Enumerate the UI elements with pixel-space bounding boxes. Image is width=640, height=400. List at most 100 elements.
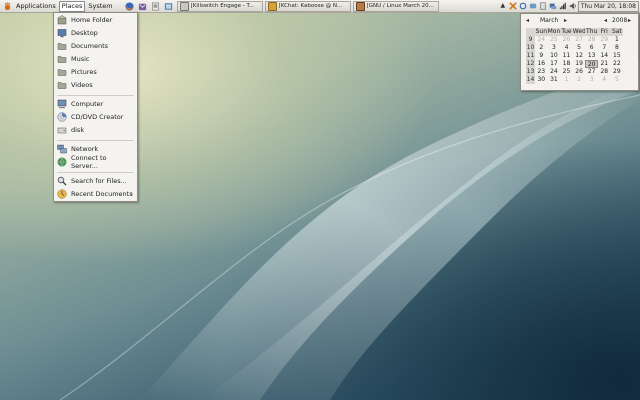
menu-item-label: Documents — [71, 42, 109, 50]
calendar-day[interactable]: 2 — [535, 44, 548, 52]
mail-client-icon[interactable] — [138, 2, 147, 11]
menu-item-computer[interactable]: Computer — [56, 98, 135, 110]
calendar-day[interactable]: 27 — [585, 68, 598, 76]
menu-item-cd-dvd-creator[interactable]: CD/DVD Creator — [56, 111, 135, 123]
calendar-day-selected[interactable]: 20 — [585, 60, 598, 68]
menu-item-label: Music — [71, 55, 90, 63]
menu-item-label: CD/DVD Creator — [71, 113, 124, 121]
calendar-day[interactable]: 31 — [548, 76, 561, 84]
week-number-header — [526, 28, 535, 36]
week-number: 11 — [526, 52, 535, 60]
calendar-week-row: 10 2 3 4 5 6 7 8 — [526, 44, 634, 52]
calendar-day[interactable]: 4 — [598, 76, 611, 84]
calendar-day[interactable]: 1 — [611, 36, 624, 44]
calendar-day[interactable]: 3 — [548, 44, 561, 52]
menu-item-disk[interactable]: disk — [56, 124, 135, 136]
menu-item-label: Home Folder — [71, 16, 113, 24]
menu-separator — [57, 95, 134, 96]
calendar-day[interactable]: 5 — [573, 44, 586, 52]
calendar-day[interactable]: 16 — [535, 60, 548, 68]
music-player-icon — [179, 1, 189, 11]
menu-item-home-folder[interactable]: Home Folder — [56, 14, 135, 26]
calendar-day[interactable]: 4 — [560, 44, 573, 52]
calendar-day[interactable]: 6 — [585, 44, 598, 52]
taskbar-label: [Killswitch Engage - T... — [190, 3, 255, 9]
taskbar-button-killswitch[interactable]: [Killswitch Engage - T... — [176, 0, 263, 12]
next-month-button[interactable]: ▸ — [564, 17, 567, 24]
document-viewer-icon[interactable] — [151, 2, 160, 11]
calendar-day[interactable]: 3 — [585, 76, 598, 84]
taskbar-button-kchat[interactable]: [KChat: Kaboose @ N... — [264, 0, 351, 12]
calendar-day[interactable]: 26 — [560, 36, 573, 44]
calendar-day[interactable]: 10 — [548, 52, 561, 60]
calendar-day[interactable]: 7 — [598, 44, 611, 52]
clipboard-icon[interactable] — [539, 2, 547, 10]
system-tray: ▲ Thu Mar 20, 18:08 — [498, 0, 640, 12]
disk-icon — [57, 127, 67, 134]
next-year-button[interactable]: ▸ — [628, 17, 631, 24]
year-label: 2008 — [612, 17, 628, 24]
menu-item-desktop[interactable]: Desktop — [56, 27, 135, 39]
firefox-icon[interactable] — [125, 1, 134, 11]
menu-item-videos[interactable]: Videos — [56, 79, 135, 91]
update-icon[interactable] — [519, 2, 527, 10]
taskbar-label: [KChat: Kaboose @ N... — [278, 3, 343, 9]
chat-tray-icon[interactable] — [529, 2, 537, 10]
tools-icon[interactable] — [509, 2, 517, 10]
calendar-day[interactable]: 11 — [560, 52, 573, 60]
system-menu[interactable]: System — [86, 1, 114, 11]
calendar-day[interactable]: 17 — [548, 60, 561, 68]
calendar-day[interactable]: 15 — [611, 52, 624, 60]
calendar-day[interactable]: 29 — [598, 36, 611, 44]
calendar-day[interactable]: 18 — [560, 60, 573, 68]
calendar-day[interactable]: 1 — [560, 76, 573, 84]
taskbar-button-gnu-linux[interactable]: [GNU / Linux March 20... — [352, 0, 439, 12]
calendar-day[interactable]: 19 — [573, 60, 586, 68]
calendar-day[interactable]: 5 — [611, 76, 624, 84]
calendar-day[interactable]: 25 — [548, 36, 561, 44]
screenshot-tool-icon[interactable] — [164, 2, 173, 11]
desktop-icon — [57, 29, 67, 38]
places-dropdown-menu: Home Folder Desktop Documents Music Pict… — [53, 12, 138, 202]
volume-icon[interactable] — [569, 2, 577, 10]
calendar-day[interactable]: 24 — [548, 68, 561, 76]
calendar-day[interactable]: 23 — [535, 68, 548, 76]
applications-menu[interactable]: Applications — [14, 1, 58, 11]
menu-item-search-for-files[interactable]: Search for Files... — [56, 175, 135, 187]
search-icon — [57, 176, 67, 186]
calendar-day[interactable]: 22 — [611, 60, 624, 68]
network-tray-icon[interactable] — [549, 2, 557, 10]
calendar-day[interactable]: 30 — [535, 76, 548, 84]
menu-item-label: Connect to Server... — [71, 154, 107, 170]
signal-strength-icon[interactable] — [559, 2, 567, 10]
menu-item-documents[interactable]: Documents — [56, 40, 135, 52]
calendar-day[interactable]: 14 — [598, 52, 611, 60]
calendar-popup: ◂ March ▸ ◂ 2008 ▸ Sun Mon Tue Wed Thu F… — [520, 13, 639, 91]
clock-applet[interactable]: Thu Mar 20, 18:08 — [577, 0, 639, 12]
week-number: 14 — [526, 76, 535, 84]
day-header: Wed — [572, 28, 586, 36]
places-menu[interactable]: Places — [58, 0, 86, 12]
calendar-day[interactable]: 24 — [535, 36, 548, 44]
calendar-day[interactable]: 2 — [573, 76, 586, 84]
week-number: 13 — [526, 68, 535, 76]
calendar-day[interactable]: 25 — [560, 68, 573, 76]
menu-item-connect-to-server[interactable]: Connect to Server... — [56, 154, 135, 170]
menu-item-music[interactable]: Music — [56, 53, 135, 65]
calendar-day[interactable]: 21 — [598, 60, 611, 68]
calendar-day[interactable]: 26 — [573, 68, 586, 76]
menu-item-pictures[interactable]: Pictures — [56, 66, 135, 78]
calendar-day[interactable]: 12 — [573, 52, 586, 60]
calendar-day[interactable]: 27 — [573, 36, 586, 44]
prev-month-button[interactable]: ◂ — [526, 17, 529, 24]
calendar-day[interactable]: 8 — [611, 44, 624, 52]
prev-year-button[interactable]: ◂ — [604, 17, 607, 24]
calendar-day[interactable]: 28 — [598, 68, 611, 76]
calendar-day[interactable]: 9 — [535, 52, 548, 60]
calendar-day[interactable]: 29 — [611, 68, 624, 76]
menu-item-recent-documents[interactable]: Recent Documents › — [56, 188, 135, 200]
day-header: Fri — [597, 28, 611, 36]
calendar-day[interactable]: 28 — [585, 36, 598, 44]
arrow-up-icon[interactable]: ▲ — [499, 2, 507, 10]
calendar-day[interactable]: 13 — [585, 52, 598, 60]
